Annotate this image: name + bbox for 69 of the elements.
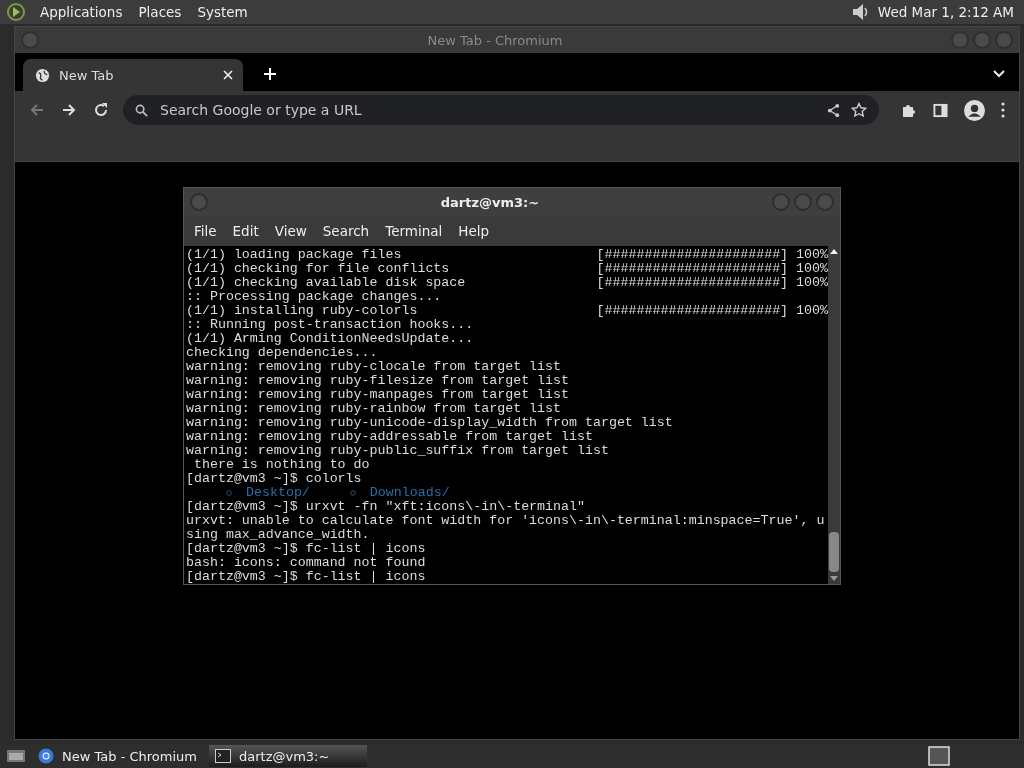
- progress-text: [######################] 100%: [596, 304, 828, 318]
- star-icon[interactable]: [851, 102, 867, 118]
- side-panel-icon[interactable]: [933, 102, 948, 118]
- terminal-line: (1/1) checking available disk space: [186, 276, 466, 290]
- menu-item[interactable]: Search: [314, 223, 378, 239]
- terminal-line: warning: removing ruby-public_suffix from target list: [186, 444, 609, 458]
- menu-item[interactable]: View: [266, 223, 315, 239]
- window-title: New Tab - Chromium: [426, 32, 564, 48]
- scrollbar-thumb[interactable]: [829, 532, 839, 572]
- logo-icon[interactable]: [6, 2, 26, 22]
- directory-name: Downloads/: [369, 486, 450, 500]
- puzzle-icon[interactable]: [901, 102, 917, 118]
- scroll-up-icon[interactable]: [830, 249, 838, 254]
- browser-icon: [38, 748, 54, 764]
- panel-menu[interactable]: System: [189, 4, 256, 20]
- terminal-line: :: Running post-transaction hooks...: [186, 318, 474, 332]
- close-icon[interactable]: [223, 70, 233, 80]
- terminal-line: warning: removing ruby-filesize from target list: [186, 374, 569, 388]
- terminal-line: warning: removing ruby-unicode-display_width from target list: [186, 416, 673, 430]
- terminal-line: :: Processing package changes...: [186, 290, 442, 304]
- menu-item[interactable]: Edit: [224, 223, 267, 239]
- directory-name: Desktop/: [246, 486, 310, 500]
- terminal-line: there is nothing to do: [192, 458, 370, 472]
- browser-tab[interactable]: New Tab: [23, 59, 243, 91]
- terminal-icon: [214, 749, 231, 763]
- taskbar-button[interactable]: dartz@vm3:~: [208, 745, 367, 767]
- terminal-line: warning: removing ruby-rainbow from target list: [186, 402, 562, 416]
- terminal-line: checking dependencies...: [186, 346, 378, 360]
- window-title: dartz@vm3:~: [439, 194, 541, 210]
- menu-item[interactable]: Terminal: [377, 223, 451, 239]
- back-icon[interactable]: [29, 102, 45, 118]
- terminal-line: [dartz@vm3 ~]$ urxvt -fn "xft:icons\-in\-terminal": [186, 500, 585, 514]
- terminal-line: warning: removing ruby-addressable from target list: [186, 430, 593, 444]
- reload-icon[interactable]: [93, 102, 109, 118]
- terminal-line: (1/1) checking for file conflicts: [186, 262, 450, 276]
- globe-icon: [35, 67, 50, 83]
- terminal-line: (1/1) Arming ConditionNeedsUpdate...: [186, 332, 474, 346]
- clock[interactable]: Wed Mar 1, 2:12 AM: [877, 4, 1014, 20]
- scroll-down-icon[interactable]: [830, 576, 838, 581]
- panel-menu[interactable]: Places: [130, 4, 190, 20]
- terminal-line: warning: removing ruby-clocale from target list: [186, 360, 562, 374]
- taskbar-button[interactable]: New Tab - Chromium: [32, 745, 203, 767]
- more-icon[interactable]: [1001, 102, 1005, 118]
- terminal-line: sing max_advance_width.: [186, 528, 370, 542]
- scrollbar[interactable]: [828, 246, 840, 584]
- chevron-down-icon[interactable]: [993, 70, 1005, 78]
- menu-item[interactable]: Help: [450, 223, 498, 239]
- terminal-line: [dartz@vm3 ~]$ colorls: [186, 472, 362, 486]
- address-input[interactable]: Search Google or type a URL: [158, 101, 816, 119]
- terminal-line: (1/1) loading package files: [186, 248, 402, 262]
- avatar-icon[interactable]: [964, 99, 985, 121]
- progress-text: [######################] 100%: [596, 248, 828, 262]
- menu-item[interactable]: File: [186, 223, 225, 239]
- workspace-icon[interactable]: [928, 746, 950, 766]
- new-tab-icon[interactable]: [263, 67, 277, 81]
- terminal-line: [dartz@vm3 ~]$ fc-list | icons: [186, 570, 426, 584]
- terminal-line: (1/1) installing ruby-colorls: [186, 304, 418, 318]
- terminal-line: [dartz@vm3 ~]$ fc-list | icons: [186, 542, 426, 556]
- forward-icon[interactable]: [61, 102, 77, 118]
- desktop-icon[interactable]: [6, 748, 26, 764]
- progress-text: [######################] 100%: [596, 262, 828, 276]
- address-bar[interactable]: Search Google or type a URL: [123, 95, 879, 125]
- progress-text: [######################] 100%: [596, 276, 828, 290]
- terminal-line: urxvt: unable to calculate font width for 'icons\-in\-terminal:minspace=True', u: [186, 514, 825, 528]
- terminal-line: warning: removing ruby-manpages from target list: [186, 388, 569, 402]
- share-icon[interactable]: [826, 102, 841, 118]
- terminal-line: bash: icons: command not found: [186, 556, 426, 570]
- panel-menu[interactable]: Applications: [32, 4, 131, 20]
- search-icon: [135, 103, 148, 117]
